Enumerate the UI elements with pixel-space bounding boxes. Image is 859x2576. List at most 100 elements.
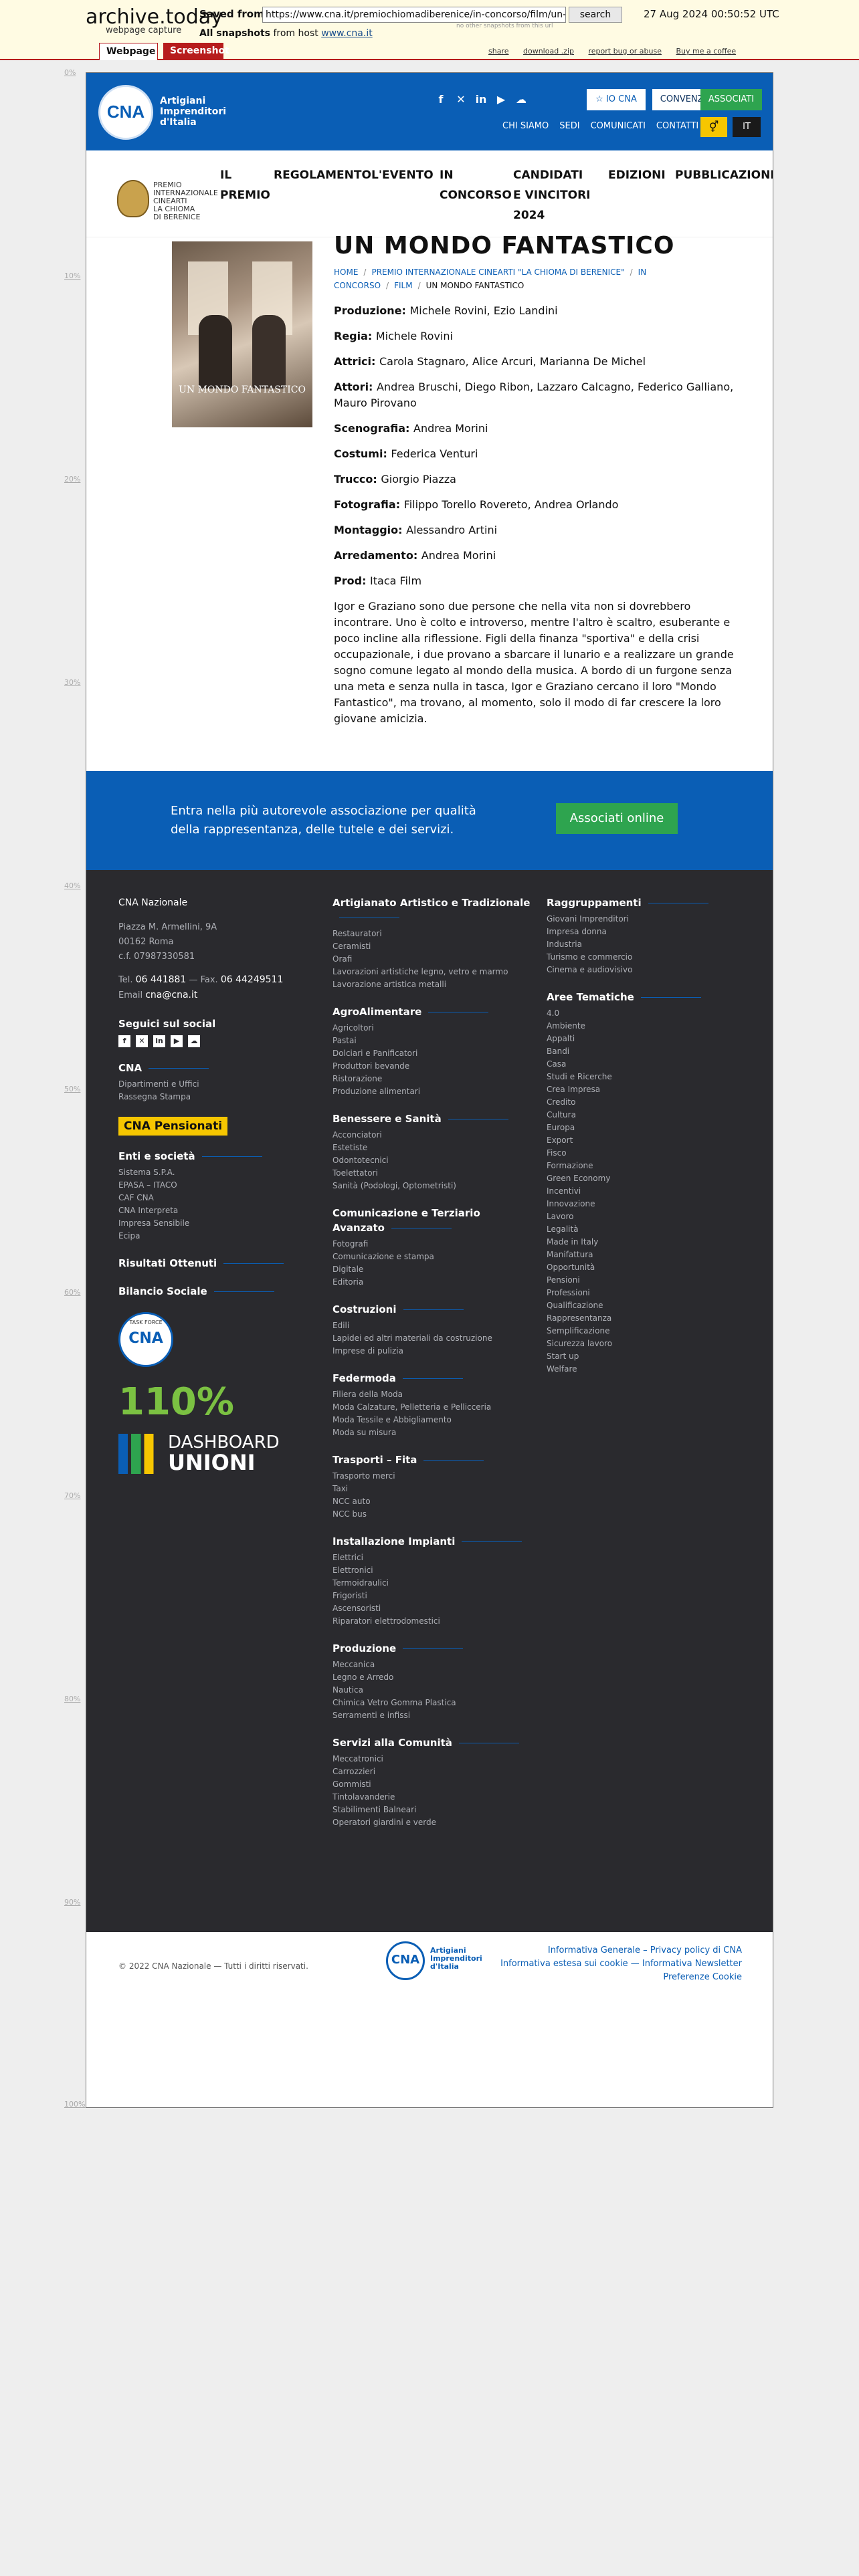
footer-link[interactable]: Green Economy: [547, 1172, 742, 1185]
footer-link[interactable]: Studi e Ricerche: [547, 1071, 742, 1083]
report-bug-link[interactable]: report bug or abuse: [589, 47, 662, 56]
url-input[interactable]: https://www.cna.it/premiochiomadiberenic…: [262, 7, 566, 23]
ruler-mark[interactable]: 20%: [64, 475, 80, 484]
footer-link[interactable]: Rappresentanza: [547, 1312, 742, 1325]
footer-link[interactable]: Ecipa: [118, 1230, 306, 1243]
footer-link[interactable]: CNA Interpreta: [118, 1204, 306, 1217]
footer-link[interactable]: Imprese di pulizia: [332, 1345, 531, 1358]
footer-section-heading[interactable]: Artigianato Artistico e Tradizionale: [332, 895, 531, 925]
download-zip-link[interactable]: download .zip: [523, 47, 574, 56]
footer-link[interactable]: Impresa donna: [547, 926, 742, 938]
privacy-link[interactable]: Informativa Generale – Privacy policy di…: [500, 1944, 742, 1957]
footer-link[interactable]: Fisco: [547, 1147, 742, 1160]
footer-link[interactable]: Dolciari e Panificatori: [332, 1047, 531, 1060]
associati-online-button[interactable]: Associati online: [556, 803, 678, 834]
footer-link[interactable]: Opportunità: [547, 1261, 742, 1274]
footer-link[interactable]: Operatori giardini e verde: [332, 1816, 531, 1829]
footer-link[interactable]: Edili: [332, 1319, 531, 1332]
breadcrumb-film[interactable]: FILM: [394, 281, 412, 290]
footer-link[interactable]: Europa: [547, 1121, 742, 1134]
footer-link[interactable]: Produzione alimentari: [332, 1085, 531, 1098]
contatti-link[interactable]: CONTATTI: [656, 121, 698, 131]
footer-link[interactable]: Qualificazione: [547, 1299, 742, 1312]
footer-link[interactable]: Impresa Sensibile: [118, 1217, 306, 1230]
gender-icon[interactable]: ⚥: [700, 117, 727, 137]
footer-link[interactable]: Sanità (Podologi, Optometristi): [332, 1180, 531, 1192]
nav-evento[interactable]: L'EVENTO: [371, 165, 434, 225]
footer-link[interactable]: NCC auto: [332, 1495, 531, 1508]
footer-link[interactable]: 4.0: [547, 1007, 742, 1020]
host-link[interactable]: www.cna.it: [321, 28, 373, 39]
linkedin-icon[interactable]: in: [153, 1035, 165, 1047]
footer-link[interactable]: Lavorazioni artistiche legno, vetro e ma…: [332, 966, 531, 978]
footer-link[interactable]: Turismo e commercio: [547, 951, 742, 964]
comunicati-link[interactable]: COMUNICATI: [591, 121, 646, 131]
facebook-icon[interactable]: f: [434, 93, 448, 106]
nav-regolamento[interactable]: REGOLAMENTO: [274, 165, 371, 225]
footer-link[interactable]: Ambiente: [547, 1020, 742, 1033]
share-link[interactable]: share: [488, 47, 509, 56]
footer-link[interactable]: Professioni: [547, 1287, 742, 1299]
footer-link[interactable]: Credito: [547, 1096, 742, 1109]
footer-link[interactable]: Pastai: [332, 1035, 531, 1047]
footer-section-heading[interactable]: Raggruppamenti: [547, 895, 742, 910]
footer-link[interactable]: Meccatronici: [332, 1753, 531, 1765]
footer-section-heading[interactable]: Federmoda: [332, 1371, 531, 1386]
dashboard-unioni-logo[interactable]: DASHBOARD UNIONI: [118, 1432, 306, 1475]
footer-link[interactable]: Chimica Vetro Gomma Plastica: [332, 1697, 531, 1709]
footer-link[interactable]: Welfare: [547, 1363, 742, 1376]
footer-section-heading[interactable]: Benessere e Sanità: [332, 1111, 531, 1126]
footer-link[interactable]: Gommisti: [332, 1778, 531, 1791]
footer-link[interactable]: Dipartimenti e Uffici: [118, 1078, 306, 1091]
footer-link[interactable]: Fotografi: [332, 1238, 531, 1251]
ruler-mark[interactable]: 80%: [64, 1695, 80, 1703]
footer-link[interactable]: Legalità: [547, 1223, 742, 1236]
bilancio-link[interactable]: Bilancio Sociale: [118, 1284, 306, 1299]
ruler-mark[interactable]: 60%: [64, 1288, 80, 1297]
footer-link[interactable]: Made in Italy: [547, 1236, 742, 1249]
footer-cna-logo[interactable]: CNA: [386, 1941, 425, 1980]
footer-link[interactable]: Digitale: [332, 1263, 531, 1276]
buy-coffee-link[interactable]: Buy me a coffee: [676, 47, 736, 56]
footer-link[interactable]: Cultura: [547, 1109, 742, 1121]
footer-link[interactable]: Bandi: [547, 1045, 742, 1058]
footer-link[interactable]: Carrozzieri: [332, 1765, 531, 1778]
footer-link[interactable]: Incentivi: [547, 1185, 742, 1198]
cookie-link[interactable]: Informativa estesa sui cookie — Informat…: [500, 1957, 742, 1971]
cna-logo[interactable]: CNA: [98, 85, 153, 140]
footer-link[interactable]: Lapidei ed altri materiali da costruzion…: [332, 1332, 531, 1345]
search-button[interactable]: search: [569, 7, 622, 23]
footer-link[interactable]: CAF CNA: [118, 1192, 306, 1204]
cloud-icon[interactable]: ☁: [188, 1035, 200, 1047]
footer-section-heading[interactable]: Servizi alla Comunità: [332, 1735, 531, 1750]
footer-link[interactable]: Editoria: [332, 1276, 531, 1289]
footer-link[interactable]: Taxi: [332, 1483, 531, 1495]
cloud-icon[interactable]: ☁: [514, 93, 528, 106]
ruler-mark[interactable]: 0%: [64, 68, 76, 77]
footer-link[interactable]: Termoidraulici: [332, 1577, 531, 1590]
ruler-mark[interactable]: 70%: [64, 1491, 80, 1500]
footer-link[interactable]: Moda Calzature, Pelletteria e Pellicceri…: [332, 1401, 531, 1414]
cookie-preferences-link[interactable]: Preferenze Cookie: [500, 1971, 742, 1984]
x-icon[interactable]: ✕: [454, 93, 468, 106]
ruler-mark[interactable]: 10%: [64, 272, 80, 280]
footer-link[interactable]: Legno e Arredo: [332, 1671, 531, 1684]
ruler-mark[interactable]: 40%: [64, 881, 80, 890]
footer-link[interactable]: Filiera della Moda: [332, 1388, 531, 1401]
superbonus-110-logo[interactable]: 110%: [118, 1379, 306, 1426]
footer-link[interactable]: Serramenti e infissi: [332, 1709, 531, 1722]
chi-siamo-link[interactable]: CHI SIAMO: [502, 121, 549, 131]
footer-section-heading[interactable]: Installazione Impianti: [332, 1534, 531, 1549]
footer-link[interactable]: Elettrici: [332, 1551, 531, 1564]
footer-link[interactable]: Trasporto merci: [332, 1470, 531, 1483]
breadcrumb-premio[interactable]: PREMIO INTERNAZIONALE CINEARTI "LA CHIOM…: [371, 267, 624, 277]
footer-section-heading[interactable]: Aree Tematiche: [547, 990, 742, 1004]
footer-link[interactable]: Stabilimenti Balneari: [332, 1804, 531, 1816]
footer-link[interactable]: NCC bus: [332, 1508, 531, 1521]
footer-link[interactable]: Acconciatori: [332, 1129, 531, 1142]
footer-link[interactable]: Rassegna Stampa: [118, 1091, 306, 1103]
footer-link[interactable]: EPASA – ITACO: [118, 1179, 306, 1192]
footer-link[interactable]: Cinema e audiovisivo: [547, 964, 742, 976]
footer-section-heading[interactable]: Comunicazione e Terziario Avanzato: [332, 1206, 531, 1235]
associati-button[interactable]: ASSOCIATI: [700, 89, 762, 110]
